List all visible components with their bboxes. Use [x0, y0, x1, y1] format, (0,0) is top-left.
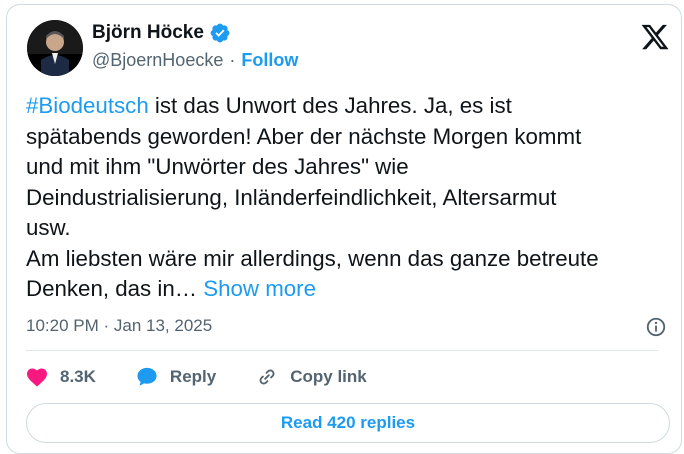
- avatar-image: [27, 20, 83, 76]
- tweet-timestamp[interactable]: 10:20 PM · Jan 13, 2025: [26, 316, 212, 336]
- tweet-line-6: Am liebsten wäre mir allerdings, wenn da…: [26, 245, 599, 271]
- link-icon: [259, 369, 275, 385]
- separator-dot: ·: [229, 50, 236, 70]
- hashtag-link[interactable]: #Biodeutsch: [26, 93, 149, 118]
- reply-bubble-icon: [137, 367, 157, 386]
- tweet-line-4: Deindustrialisierung, Inländerfeindlichk…: [26, 184, 557, 210]
- tweet-text: #Biodeutsch ist das Unwort des Jahres. J…: [26, 91, 676, 305]
- tweet-line-7: Denken, das in… Show more: [26, 274, 676, 305]
- avatar[interactable]: [27, 20, 83, 76]
- reply-label: Reply: [169, 367, 217, 386]
- tweet-line-2: spätabends geworden! Aber der nächste Mo…: [26, 123, 582, 149]
- like-button[interactable]: 8.3K: [26, 367, 96, 387]
- x-logo-icon[interactable]: [640, 22, 670, 52]
- copy-link-button[interactable]: Copy link: [256, 366, 367, 388]
- verified-badge-icon: [210, 23, 230, 43]
- read-replies-label: Read 420 replies: [280, 413, 416, 432]
- info-icon[interactable]: [645, 316, 667, 338]
- tweet-line-1: #Biodeutsch ist das Unwort des Jahres. J…: [26, 91, 676, 122]
- author-name[interactable]: Björn Höcke: [92, 22, 204, 44]
- like-count: 8.3K: [60, 367, 96, 386]
- author-handle[interactable]: @BjoernHoecke: [92, 50, 223, 71]
- author-name-row[interactable]: Björn Höcke: [92, 22, 231, 44]
- read-replies-button[interactable]: Read 420 replies: [26, 403, 670, 443]
- tweet-line-1-text: ist das Unwort des Jahres. Ja, es ist: [148, 93, 512, 118]
- tweet-line-3: und mit ihm "Unwörter des Jahres" wie: [26, 154, 409, 179]
- divider: [26, 350, 658, 351]
- tweet-line-7-text: Denken, das in…: [26, 276, 204, 301]
- heart-icon: [27, 368, 47, 387]
- tweet-line-5: usw.: [26, 215, 71, 240]
- action-bar: 8.3K Reply Copy link: [26, 366, 407, 388]
- follow-button[interactable]: Follow: [241, 50, 298, 71]
- reply-button[interactable]: Reply: [136, 367, 216, 387]
- copy-link-label: Copy link: [290, 367, 367, 386]
- handle-row: @BjoernHoecke · Follow: [92, 50, 298, 71]
- show-more-link[interactable]: Show more: [203, 276, 316, 301]
